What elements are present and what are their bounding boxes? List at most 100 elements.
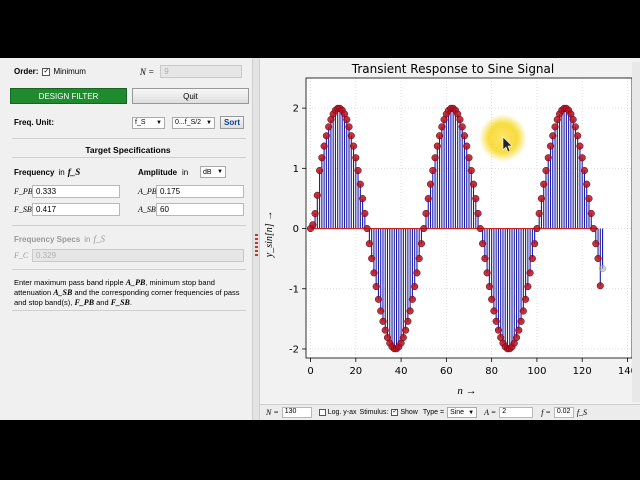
f-pb-input[interactable]: 0.333	[32, 185, 120, 198]
target-specs-title: Target Specifications	[85, 145, 171, 155]
stem-marker	[467, 166, 475, 175]
stem-marker	[356, 180, 364, 188]
stem-marker	[379, 317, 387, 325]
chevron-down-icon: ▼	[156, 119, 162, 126]
x-tick-label: 20	[349, 366, 362, 377]
bb-n-input[interactable]: 130	[281, 407, 312, 418]
f-input[interactable]: 0.02	[553, 407, 574, 418]
stem-marker	[481, 254, 489, 263]
y-axis-label: y_sin[n] →	[264, 211, 275, 258]
a-pb-input[interactable]: 0.175	[156, 185, 244, 198]
y-tick-label: 2	[293, 104, 299, 115]
stem-marker	[415, 254, 423, 263]
f-c-input[interactable]: 0.329	[32, 249, 244, 262]
y-tick-label: 0	[293, 224, 299, 235]
help-text-1: Enter maximum pass band ripple	[14, 278, 124, 287]
f-c-label: F_C	[14, 251, 29, 260]
stem-marker	[374, 295, 382, 303]
stem-marker	[587, 209, 595, 217]
stem-marker	[313, 191, 321, 199]
chevron-down-icon: ▼	[468, 409, 475, 416]
n-label: N =	[139, 66, 155, 77]
type-value: Sine	[450, 409, 465, 416]
panel-splitter[interactable]	[252, 58, 260, 420]
plot-scrollbar[interactable]	[632, 62, 640, 402]
stem-marker	[585, 195, 593, 203]
stem-marker	[404, 317, 412, 325]
freq-range-value: 0...f_S/2	[175, 119, 202, 126]
a-label: A =	[484, 408, 497, 417]
stem-marker	[343, 116, 351, 124]
quit-button[interactable]: Quit	[132, 88, 249, 104]
stem-marker	[433, 142, 441, 150]
help-text-3: attenuation	[14, 288, 52, 297]
stem-marker	[370, 269, 378, 277]
stem-marker	[352, 154, 360, 162]
y-tick-label: -2	[289, 344, 299, 355]
help-fpb: F_PB	[74, 298, 95, 307]
stem-marker	[359, 195, 367, 203]
stem-marker	[456, 116, 464, 124]
freq-range-select[interactable]: 0...f_S/2 ▼	[172, 116, 215, 129]
stem-marker	[544, 154, 552, 162]
stem-marker	[361, 209, 369, 217]
x-tick-label: 120	[573, 366, 592, 377]
stem-marker	[546, 142, 555, 150]
chevron-down-icon: ▼	[206, 119, 212, 126]
stem-marker	[571, 123, 579, 131]
transient-response-chart[interactable]: Transient Response to Sine Signal 0 20 40 6…	[260, 58, 632, 403]
fs-label: f_S	[576, 408, 588, 417]
stem-marker	[531, 240, 539, 248]
f-sb-input[interactable]: 0.417	[32, 203, 120, 216]
type-select[interactable]: Sine ▼	[447, 407, 478, 418]
design-filter-button[interactable]: DESIGN FILTER	[10, 88, 127, 104]
amplitude-unit-value: dB	[203, 168, 212, 176]
type-label: Type =	[422, 409, 445, 416]
stem-marker	[483, 269, 491, 277]
minimum-checkbox[interactable]: ✓	[42, 67, 51, 76]
fsb-row: F_SB 0.417 A_SB 60	[14, 203, 246, 216]
stem-marker	[381, 326, 389, 334]
stem-marker	[589, 224, 598, 233]
stem-marker	[431, 154, 439, 162]
stem-marker	[309, 221, 317, 229]
log-y-checkbox[interactable]	[318, 409, 326, 416]
stem-marker	[479, 240, 487, 248]
stem-marker	[347, 132, 355, 140]
freq-unit-select[interactable]: f_S ▼	[132, 116, 165, 129]
fpb-row: F_PB 0.333 A_PB 0.175	[14, 185, 246, 198]
chart-title: Transient Response to Sine Signal	[351, 62, 554, 76]
stem-marker	[580, 166, 589, 175]
stem-marker	[574, 132, 582, 140]
stem-marker	[349, 142, 358, 150]
amplitude-unit-select[interactable]: dB ▼	[200, 166, 226, 178]
stem-marker	[438, 123, 446, 131]
show-checkbox[interactable]: ✓	[391, 409, 399, 416]
f-label: f =	[541, 408, 551, 417]
stem-marker	[429, 166, 437, 175]
filter-design-panel: Order: ✓ Minimum N = 9 DESIGN FILTER Qui…	[4, 58, 252, 420]
f-sb-label: F_SB	[14, 205, 32, 214]
stem-marker	[318, 154, 326, 162]
stem-marker	[542, 166, 550, 175]
stem-marker	[316, 166, 324, 175]
a-sb-label: A_SB	[138, 205, 156, 214]
stem-marker	[436, 132, 444, 140]
freq-specs-unit: f_S	[93, 234, 105, 244]
x-tick-label: 80	[485, 366, 498, 377]
stimulus-bar: N = 130 Log. y-ax Stimulus: ✓ Show Type …	[260, 404, 640, 420]
order-n-input[interactable]: 9	[160, 65, 243, 78]
sort-button[interactable]: Sort	[220, 116, 244, 129]
stem-marker	[420, 224, 428, 233]
a-input[interactable]: 2	[499, 407, 534, 418]
stem-marker	[474, 209, 482, 217]
help-apb: A_PB	[125, 278, 146, 287]
x-tick-label: 140	[618, 366, 632, 377]
freq-specs-header: Frequency Specs in f_S	[14, 234, 246, 244]
stem-marker	[540, 180, 548, 188]
a-sb-input[interactable]: 60	[156, 203, 244, 216]
amplitude-in: in	[182, 167, 189, 177]
stem-marker	[524, 283, 532, 291]
stem-marker	[472, 195, 480, 203]
y-tick-label: -1	[289, 284, 299, 295]
